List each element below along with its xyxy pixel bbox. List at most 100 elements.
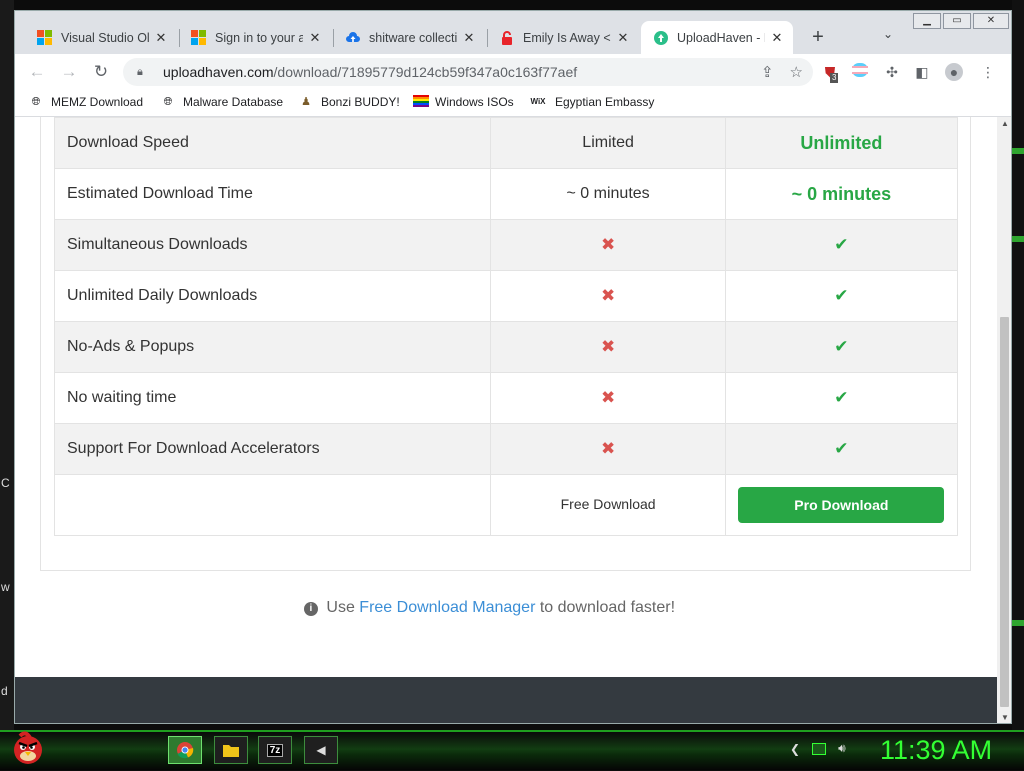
comparison-table: Download Speed Limited Unlimited Estimated …	[53, 117, 959, 536]
chrome-icon	[177, 742, 194, 759]
page-scrollbar[interactable]: ▲ ▼	[997, 117, 1011, 723]
cross-icon: ✖	[600, 388, 616, 407]
start-button[interactable]	[10, 728, 46, 768]
cross-icon: ✖	[600, 286, 616, 305]
pro-download-button[interactable]: Pro Download	[738, 487, 945, 523]
trans-flag-extension-icon[interactable]	[851, 63, 869, 81]
cloud-upload-icon	[345, 30, 361, 46]
extensions-puzzle-icon[interactable]: ✣	[883, 63, 901, 81]
reload-icon[interactable]: ↻	[89, 61, 113, 83]
uploadhaven-logo-icon	[653, 30, 669, 46]
tab-title: Emily Is Away <3	[523, 30, 611, 45]
padlock-icon	[499, 30, 515, 46]
cross-icon: ✖	[600, 235, 616, 254]
tab-title: Sign in to your a	[215, 30, 303, 45]
table-row: No-Ads & Popups ✖ ✔	[53, 321, 959, 373]
tab-title: Visual Studio Ol	[61, 30, 149, 45]
scroll-up-arrow-icon[interactable]: ▲	[997, 117, 1011, 131]
table-row: Estimated Download Time ~ 0 minutes ~ 0 mi…	[53, 168, 959, 220]
minimize-button[interactable]: ▁	[913, 13, 941, 29]
desktop-left-edge: C w d	[0, 0, 14, 730]
forward-arrow-icon[interactable]: →	[57, 61, 81, 83]
bookmark-egyptian-embassy[interactable]: WiX Egyptian Embassy	[529, 95, 654, 109]
taskbar-clock[interactable]: 11:39 AM	[880, 735, 992, 766]
feature-label: Download Speed	[53, 117, 492, 169]
back-arrow-icon[interactable]: ←	[25, 61, 49, 83]
bonzi-icon: ♟	[301, 96, 311, 108]
feature-label: No waiting time	[53, 372, 492, 424]
window-controls: ▁ ▭ ✕	[913, 13, 1009, 29]
table-row: No waiting time ✖ ✔	[53, 372, 959, 424]
address-bar[interactable]: 🔒︎ uploadhaven.com/download/71895779d124…	[123, 58, 813, 86]
folder-icon	[223, 745, 239, 757]
close-tab-icon[interactable]: ✕	[153, 30, 169, 46]
tab-sign-in[interactable]: Sign in to your a ✕	[179, 21, 331, 54]
bookmarks-bar: 🌐︎ MEMZ Download 🌐︎ Malware Database ♟ Bonz…	[15, 90, 1011, 117]
new-tab-button[interactable]: +	[805, 25, 831, 51]
tab-emily-is-away[interactable]: Emily Is Away <3 ✕	[487, 21, 639, 54]
volume-icon[interactable]: 🔊︎	[838, 741, 846, 756]
bookmark-star-icon[interactable]: ☆	[790, 63, 803, 81]
download-buttons-row: Free Download Pro Download	[53, 474, 959, 536]
tab-shitware[interactable]: shitware collectic ✕	[333, 21, 485, 54]
close-window-button[interactable]: ✕	[973, 13, 1009, 29]
close-tab-icon[interactable]: ✕	[461, 30, 477, 46]
check-icon: ✔	[834, 235, 849, 254]
table-row: Simultaneous Downloads ✖ ✔	[53, 219, 959, 271]
show-hidden-icons-chevron[interactable]: ❮	[790, 742, 800, 756]
ublock-extension-icon[interactable]: ⛊ 3	[821, 63, 839, 83]
globe-icon: 🌐︎	[163, 96, 173, 108]
scrollbar-thumb[interactable]	[1000, 317, 1009, 707]
feature-label: Simultaneous Downloads	[53, 219, 492, 271]
taskbar-chrome[interactable]	[168, 736, 202, 764]
tab-visual-studio[interactable]: Visual Studio Ol ✕	[25, 21, 177, 54]
profile-avatar-icon[interactable]: ●	[945, 63, 963, 81]
microsoft-logo-icon	[191, 29, 207, 46]
wix-icon: WiX	[530, 97, 546, 106]
close-tab-icon[interactable]: ✕	[769, 30, 785, 46]
free-value: Limited	[582, 134, 634, 151]
microsoft-logo-icon	[37, 29, 53, 46]
menu-kebab-icon[interactable]: ⋮	[979, 63, 997, 81]
share-icon[interactable]: ⇪	[761, 63, 774, 81]
rainbow-flag-icon	[413, 95, 429, 109]
desktop-fragment: w	[1, 580, 10, 594]
taskbar-media-player[interactable]: ◀	[304, 736, 338, 764]
desktop-fragment: d	[1, 684, 8, 698]
7zip-icon: 7z	[266, 743, 284, 757]
bookmark-windows-isos[interactable]: Windows ISOs	[413, 95, 514, 109]
table-row: Unlimited Daily Downloads ✖ ✔	[53, 270, 959, 322]
free-download-button[interactable]: Free Download	[561, 496, 656, 512]
network-monitor-icon[interactable]	[812, 742, 827, 755]
pro-value: ~ 0 minutes	[791, 183, 892, 204]
feature-label: Unlimited Daily Downloads	[53, 270, 492, 322]
cross-icon: ✖	[600, 337, 616, 356]
scroll-down-arrow-icon[interactable]: ▼	[997, 711, 1011, 723]
tab-uploadhaven[interactable]: UploadHaven - F ✕	[641, 21, 793, 54]
browser-toolbar: ← → ↻ 🔒︎ uploadhaven.com/download/718957…	[15, 54, 1011, 90]
bookmark-memz[interactable]: 🌐︎ MEMZ Download	[29, 95, 143, 109]
check-icon: ✔	[834, 337, 849, 356]
desktop-right-edge	[1012, 0, 1024, 730]
globe-icon: 🌐︎	[31, 96, 41, 108]
pro-value: Unlimited	[800, 132, 883, 153]
tab-search-chevron-icon[interactable]: ⌄	[883, 27, 893, 41]
close-tab-icon[interactable]: ✕	[307, 30, 323, 46]
info-icon: i	[303, 602, 318, 616]
bookmark-malware-database[interactable]: 🌐︎ Malware Database	[161, 95, 283, 109]
free-value: ~ 0 minutes	[566, 185, 650, 202]
maximize-button[interactable]: ▭	[943, 13, 971, 29]
speaker-icon: ◀	[316, 743, 326, 757]
close-tab-icon[interactable]: ✕	[615, 30, 631, 46]
taskbar: 7z ◀ ❮ 🔊︎ 11:39 AM	[0, 730, 1024, 770]
taskbar-file-explorer[interactable]	[214, 736, 248, 764]
page-content: Download Speed Limited Unlimited Estimated …	[15, 117, 997, 723]
url-text: uploadhaven.com/download/71895779d124cb5…	[163, 64, 578, 80]
tab-title: shitware collectic	[369, 30, 457, 45]
desktop-fragment: C	[1, 476, 10, 490]
side-panel-icon[interactable]: ◧	[913, 63, 931, 81]
free-download-manager-link[interactable]: Free Download Manager	[359, 599, 535, 616]
taskbar-7zip[interactable]: 7z	[258, 736, 292, 764]
bookmark-bonzi-buddy[interactable]: ♟ Bonzi BUDDY!	[299, 95, 400, 109]
check-icon: ✔	[834, 388, 849, 407]
